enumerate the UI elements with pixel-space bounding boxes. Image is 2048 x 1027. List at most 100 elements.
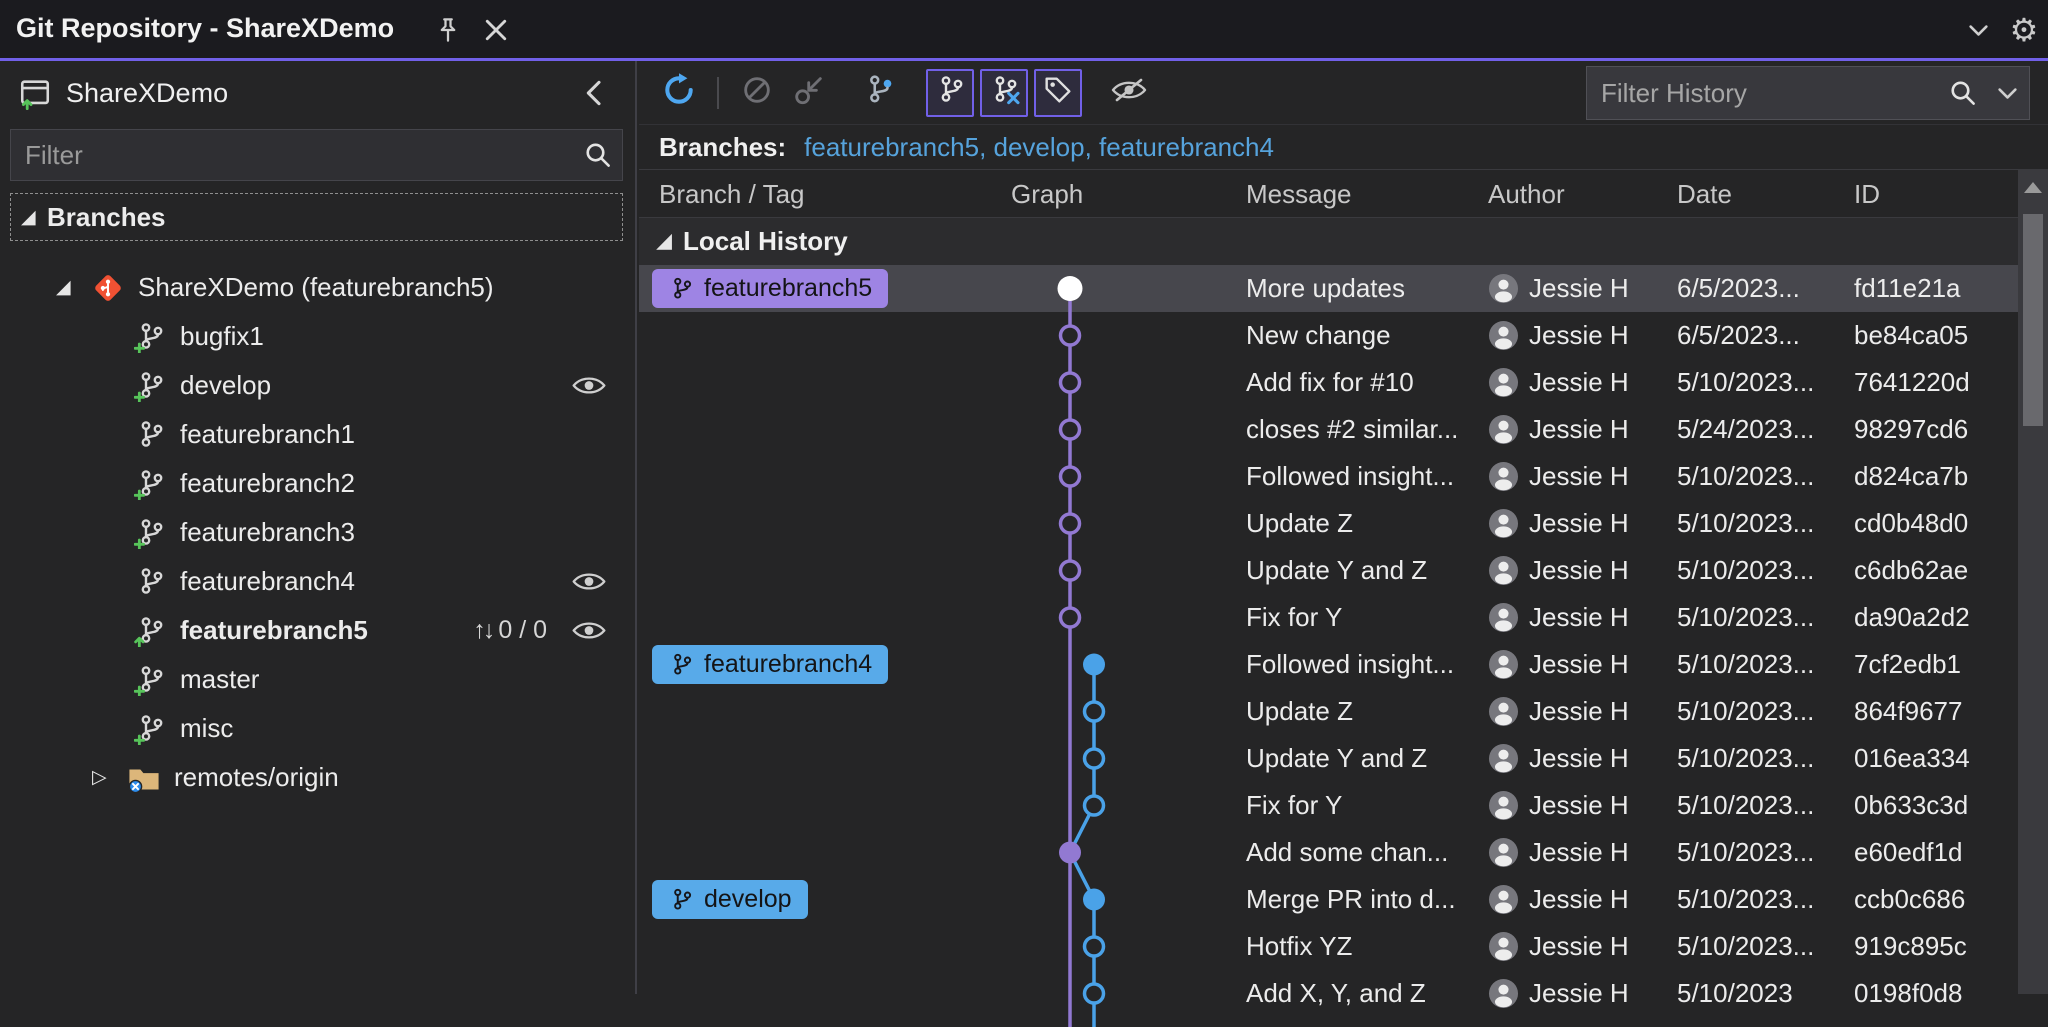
branch-badge-featurebranch4[interactable]: featurebranch4: [652, 645, 888, 684]
author-name: Jessie H: [1529, 508, 1629, 539]
hide-graph-button[interactable]: [1103, 67, 1155, 119]
tree-item-featurebranch1[interactable]: featurebranch1: [0, 410, 635, 459]
tree-item-featurebranch2[interactable]: featurebranch2: [0, 459, 635, 508]
tree-item-featurebranch5[interactable]: featurebranch5↑↓0 / 0: [0, 606, 635, 655]
collapse-icon[interactable]: ◢: [657, 230, 683, 253]
commit-row[interactable]: New changeJessie H6/5/2023...be84ca05: [639, 312, 2018, 359]
commit-author: Jessie H: [1488, 500, 1672, 547]
show-tags-toggle[interactable]: [1034, 69, 1082, 117]
chevron-down-icon[interactable]: [1985, 80, 2029, 107]
collapse-sidebar-button[interactable]: [579, 77, 611, 109]
commit-author: Jessie H: [1488, 782, 1672, 829]
git-repository-sidebar: ShareXDemo ◢ Branches ◢ShareXDemo (featu…: [0, 61, 637, 994]
local-history-header[interactable]: ◢ Local History: [639, 218, 2048, 265]
commit-row[interactable]: developMerge PR into d...Jessie H5/10/20…: [639, 876, 2018, 923]
tree-item-sharexdemo-featurebranch5[interactable]: ◢ShareXDemo (featurebranch5): [0, 263, 635, 312]
eye-icon[interactable]: [571, 618, 607, 642]
refresh-button[interactable]: [653, 67, 705, 119]
show-branches-toggle[interactable]: [926, 69, 974, 117]
commit-row[interactable]: Add some chan...Jessie H5/10/2023...e60e…: [639, 829, 2018, 876]
branch-link-featurebranch5[interactable]: featurebranch5: [804, 132, 979, 162]
local-history-label: Local History: [683, 226, 848, 257]
tree-item-remotes-origin[interactable]: ▷remotes/origin: [0, 753, 635, 802]
abort-button[interactable]: [731, 67, 783, 119]
branch-link-develop[interactable]: develop: [994, 132, 1085, 162]
chevron-down-icon[interactable]: [1960, 12, 1996, 48]
commit-message: New change: [1246, 312, 1482, 359]
branch-badge-featurebranch5[interactable]: featurebranch5: [652, 269, 888, 308]
commit-author: Jessie H: [1488, 312, 1672, 359]
commit-date: 6/5/2023...: [1677, 265, 1849, 312]
branch-graph-icon: [934, 74, 966, 111]
scroll-up-arrow[interactable]: [2024, 182, 2042, 193]
history-filter-input[interactable]: [1587, 78, 1941, 109]
branch-filter-input[interactable]: [11, 140, 574, 171]
pin-icon[interactable]: [430, 12, 466, 48]
search-icon[interactable]: [574, 140, 622, 170]
commit-row[interactable]: Hotfix YZJessie H5/10/2023...919c895c: [639, 923, 2018, 970]
branch-link-featurebranch4[interactable]: featurebranch4: [1099, 132, 1274, 162]
tree-item-misc[interactable]: misc: [0, 704, 635, 753]
commit-row[interactable]: featurebranch4Followed insight...Jessie …: [639, 641, 2018, 688]
compare-branches-button[interactable]: [853, 67, 905, 119]
commit-id: cd0b48d0: [1854, 500, 2016, 547]
eye-icon[interactable]: [571, 569, 607, 593]
commit-row[interactable]: Followed insight...Jessie H5/10/2023...d…: [639, 453, 2018, 500]
column-header-date: Date: [1677, 170, 1732, 218]
avatar-icon: [1488, 696, 1519, 727]
scrollbar-thumb[interactable]: [2023, 214, 2043, 426]
tree-item-develop[interactable]: develop: [0, 361, 635, 410]
circle-slash-icon: [740, 73, 774, 112]
branch-badge-develop[interactable]: develop: [652, 880, 808, 919]
ahead-behind-counter: ↑↓0 / 0: [473, 606, 547, 655]
commit-id: 016ea334: [1854, 735, 2016, 782]
tree-item-featurebranch3[interactable]: featurebranch3: [0, 508, 635, 557]
commit-date: 5/10/2023...: [1677, 923, 1849, 970]
commit-id: 98297cd6: [1854, 406, 2016, 453]
commit-author: Jessie H: [1488, 641, 1672, 688]
commit-row[interactable]: Add fix for #10Jessie H5/10/2023...76412…: [639, 359, 2018, 406]
commit-row[interactable]: Fix for YJessie H5/10/2023...da90a2d2: [639, 594, 2018, 641]
column-header-message: Message: [1246, 170, 1352, 218]
fetch-button[interactable]: [783, 67, 835, 119]
avatar-icon: [1488, 273, 1519, 304]
commit-row[interactable]: closes #2 similar...Jessie H5/24/2023...…: [639, 406, 2018, 453]
avatar-icon: [1488, 602, 1519, 633]
commit-message: More updates: [1246, 265, 1482, 312]
commit-message: closes #2 similar...: [1246, 406, 1482, 453]
author-name: Jessie H: [1529, 790, 1629, 821]
branches-section-label: Branches: [47, 202, 166, 233]
commit-message: Update Z: [1246, 688, 1482, 735]
commit-row[interactable]: Update Y and ZJessie H5/10/2023...016ea3…: [639, 735, 2018, 782]
commit-date: 5/10/2023...: [1677, 829, 1849, 876]
branches-section-header[interactable]: ◢ Branches: [10, 193, 623, 241]
search-icon[interactable]: [1941, 78, 1985, 108]
tag-icon: [1042, 74, 1074, 111]
tree-item-featurebranch4[interactable]: featurebranch4: [0, 557, 635, 606]
branch-filter: [10, 129, 623, 181]
hide-inactive-branches-toggle[interactable]: [980, 69, 1028, 117]
eye-icon[interactable]: [571, 373, 607, 397]
commit-id: 7641220d: [1854, 359, 2016, 406]
close-icon[interactable]: [478, 12, 514, 48]
vertical-scrollbar[interactable]: [2018, 170, 2048, 994]
expand-closed-icon[interactable]: ▷: [92, 766, 118, 789]
commit-date: 5/10/2023...: [1677, 641, 1849, 688]
commit-row[interactable]: Update ZJessie H5/10/2023...864f9677: [639, 688, 2018, 735]
author-name: Jessie H: [1529, 273, 1629, 304]
collapse-icon[interactable]: ◢: [21, 206, 47, 229]
commit-date: 5/10/2023...: [1677, 594, 1849, 641]
commit-message: Merge PR into d...: [1246, 876, 1482, 923]
commit-row[interactable]: Update ZJessie H5/10/2023...cd0b48d0: [639, 500, 2018, 547]
tree-item-bugfix1[interactable]: bugfix1: [0, 312, 635, 361]
column-header-graph: Graph: [1011, 170, 1083, 218]
commit-row[interactable]: featurebranch5 More updates Jessie H 6/5/20…: [639, 265, 2018, 312]
commit-author: Jessie H: [1488, 688, 1672, 735]
gear-icon[interactable]: ⚙: [2006, 12, 2042, 48]
tree-item-master[interactable]: master: [0, 655, 635, 704]
history-panel: Branches: featurebranch5, develop, featu…: [639, 61, 2048, 994]
expand-open-icon[interactable]: ◢: [56, 276, 82, 299]
commit-row[interactable]: Update Y and ZJessie H5/10/2023...c6db62…: [639, 547, 2018, 594]
author-name: Jessie H: [1529, 884, 1629, 915]
commit-row[interactable]: Fix for YJessie H5/10/2023...0b633c3d: [639, 782, 2018, 829]
